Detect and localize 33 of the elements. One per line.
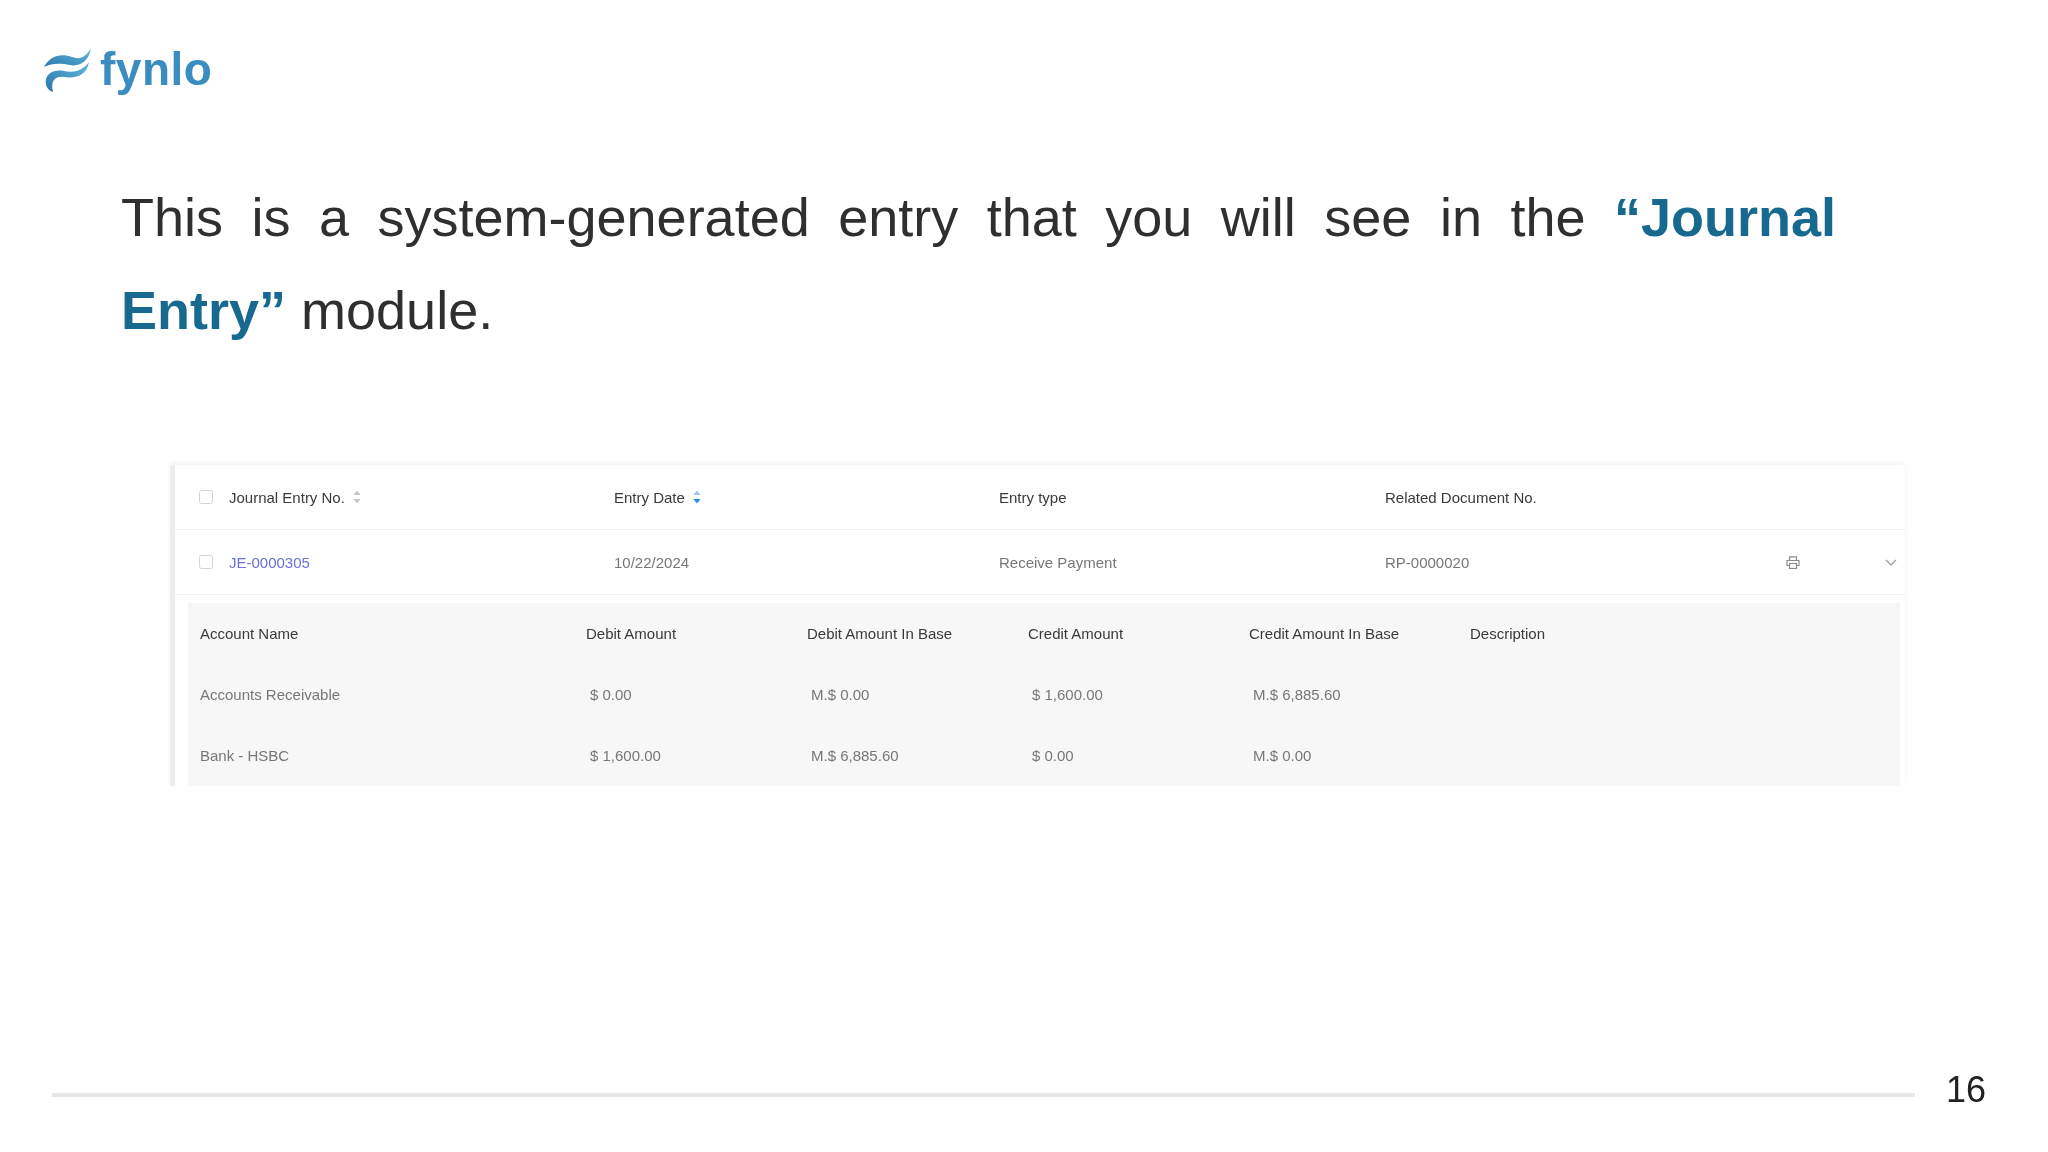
table-cell: M.$ 0.00	[811, 686, 870, 703]
column-header: Debit Amount	[586, 625, 677, 642]
intro-text: This is a system-generated entry that you will see in the “Journal Entry” module.	[121, 186, 1836, 342]
table-cell: M.$ 0.00	[1253, 747, 1312, 764]
table-cell: $ 0.00	[1032, 747, 1074, 764]
table-cell: $ 0.00	[590, 686, 632, 703]
row-checkbox[interactable]	[199, 555, 213, 569]
table-cell: RP-0000020	[1385, 553, 1470, 571]
brand-name: fynlo	[100, 45, 213, 93]
table-cell: Receive Payment	[999, 553, 1117, 571]
table-cell: $ 1,600.00	[1032, 686, 1103, 703]
column-header: Entry Date	[614, 488, 685, 506]
page-number: 16	[1946, 1069, 1987, 1111]
table-cell: 10/22/2024	[614, 553, 690, 571]
table-cell: Accounts Receivable	[200, 686, 341, 703]
printer-icon[interactable]	[1786, 555, 1800, 569]
chevron-icon[interactable]	[1885, 558, 1897, 566]
column-header: Debit Amount In Base	[807, 625, 953, 642]
table-cell: Bank - HSBC	[200, 747, 290, 764]
table-cell: $ 1,600.00	[590, 747, 661, 764]
table-cell: M.$ 6,885.60	[811, 747, 899, 764]
table-cell: M.$ 6,885.60	[1253, 686, 1341, 703]
select-all-checkbox[interactable]	[199, 490, 213, 504]
column-header: Related Document No.	[1385, 488, 1537, 506]
column-header: Credit Amount In Base	[1249, 625, 1400, 642]
column-header: Journal Entry No.	[229, 488, 345, 506]
sort-icon[interactable]	[692, 490, 701, 504]
column-header: Account Name	[200, 625, 299, 642]
column-header: Entry type	[999, 488, 1067, 506]
column-header: Description	[1470, 625, 1546, 642]
sort-icon[interactable]	[352, 490, 361, 504]
entry-link[interactable]: JE-0000305	[229, 553, 310, 571]
column-header: Credit Amount	[1028, 625, 1124, 642]
